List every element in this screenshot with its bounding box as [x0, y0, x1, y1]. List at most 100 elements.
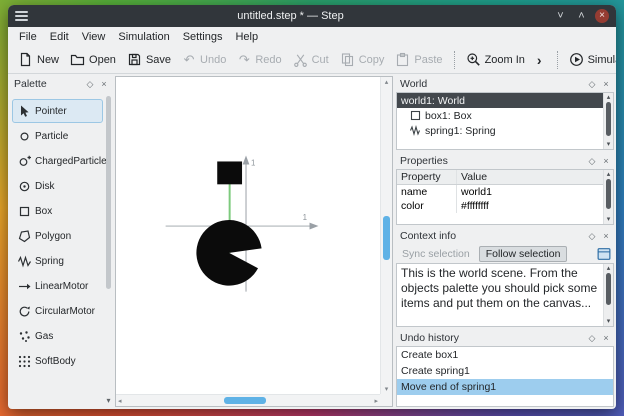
palette-scrollbar-thumb[interactable]	[106, 96, 111, 289]
column-header-value[interactable]: Value	[457, 170, 603, 184]
context-scrollbar[interactable]: ▴ ▾	[603, 264, 613, 326]
palette-item-chargedparticle[interactable]: ChargedParticle	[12, 149, 107, 173]
soft-body-icon	[15, 354, 33, 369]
simulate-button[interactable]: Simulate ˅	[565, 49, 616, 70]
property-row-color[interactable]: color #ffffffff	[397, 199, 603, 213]
context-panel-float-button[interactable]: ◇	[587, 231, 597, 242]
redo-button[interactable]: ↷ Redo	[233, 49, 285, 70]
palette-item-label: Spring	[35, 255, 64, 267]
property-name-cell: name	[397, 185, 457, 199]
palette-item-spring[interactable]: Spring	[12, 249, 103, 273]
scroll-right-icon[interactable]: ▸	[374, 397, 378, 405]
palette-item-pointer[interactable]: Pointer	[12, 99, 103, 123]
column-header-property[interactable]: Property	[397, 170, 457, 184]
scroll-down-icon[interactable]: ▾	[381, 385, 392, 393]
palette-item-softbody[interactable]: SoftBody	[12, 349, 103, 373]
sync-selection-button[interactable]: Sync selection	[398, 247, 474, 261]
paste-button[interactable]: Paste	[391, 49, 446, 70]
property-value-cell[interactable]: world1	[457, 185, 603, 199]
disk-shape[interactable]	[196, 220, 262, 286]
palette-item-linearmotor[interactable]: LinearMotor	[12, 274, 103, 298]
context-scrollbar-thumb[interactable]	[606, 273, 611, 305]
context-info-view[interactable]: This is the world scene. From the object…	[396, 263, 614, 327]
open-browser-button[interactable]	[596, 246, 612, 261]
palette-item-box[interactable]: Box	[12, 199, 103, 223]
copy-button[interactable]: Copy	[336, 49, 389, 70]
scroll-left-icon[interactable]: ◂	[118, 397, 122, 405]
world-scrollbar-thumb[interactable]	[606, 102, 611, 136]
properties-panel-close-button[interactable]: ×	[601, 156, 611, 166]
linear-motor-icon	[15, 279, 33, 294]
world-scrollbar[interactable]: ▴ ▾	[603, 93, 613, 149]
property-row-name[interactable]: name world1	[397, 185, 603, 199]
menu-view[interactable]: View	[76, 29, 112, 45]
canvas-vertical-scrollbar[interactable]: ▴ ▾	[380, 77, 392, 394]
menu-simulation[interactable]: Simulation	[112, 29, 175, 45]
properties-scrollbar-thumb[interactable]	[606, 179, 611, 209]
menu-edit[interactable]: Edit	[44, 29, 75, 45]
close-button[interactable]: ×	[595, 9, 609, 23]
physics-scene[interactable]: 1 1	[116, 77, 380, 394]
tree-item-spring1[interactable]: spring1: Spring	[397, 123, 603, 138]
palette-item-label: Disk	[35, 180, 55, 192]
tree-item-world1[interactable]: world1: World	[397, 93, 603, 108]
minimize-button[interactable]: ˅	[553, 5, 568, 27]
palette-item-disk[interactable]: Disk	[12, 174, 103, 198]
scroll-down-icon[interactable]: ▾	[604, 215, 613, 224]
menu-file[interactable]: File	[13, 29, 43, 45]
toolbar-button-label: Paste	[414, 53, 443, 66]
properties-scrollbar[interactable]: ▴ ▾	[603, 170, 613, 224]
undo-item-create-box1[interactable]: Create box1	[397, 347, 613, 363]
titlebar[interactable]: untitled.step * — Step ˅ ˄ ×	[8, 5, 616, 27]
world-panel-close-button[interactable]: ×	[601, 79, 611, 89]
scroll-up-icon[interactable]: ▴	[604, 170, 613, 179]
menu-settings[interactable]: Settings	[177, 29, 229, 45]
palette-scrollbar[interactable]: ▾	[105, 94, 112, 405]
scroll-down-icon[interactable]: ▾	[604, 140, 613, 149]
box1-shape[interactable]	[217, 161, 243, 185]
undo-item-create-spring1[interactable]: Create spring1	[397, 363, 613, 379]
maximize-button[interactable]: ˄	[574, 5, 589, 27]
open-button[interactable]: Open	[66, 49, 120, 70]
palette-item-polygon[interactable]: Polygon	[12, 224, 103, 248]
properties-table: Property Value name world1 color #ffffff…	[396, 169, 614, 225]
properties-panel-float-button[interactable]: ◇	[587, 156, 597, 167]
palette-title: Palette	[14, 78, 47, 90]
palette-item-particle[interactable]: Particle	[12, 124, 103, 148]
cut-button[interactable]: Cut	[289, 49, 333, 70]
pointer-icon	[15, 104, 33, 119]
canvas-horizontal-scrollbar[interactable]: ◂ ▸	[116, 394, 380, 406]
undo-item-label: Create box1	[401, 349, 459, 361]
toolbar-separator	[556, 50, 558, 69]
toolbar: New Open Save ↶ Undo ↷ Redo Cut Copy Pas…	[8, 46, 616, 74]
charged-particle-icon	[15, 154, 33, 169]
toolbar-overflow-icon[interactable]: ›	[532, 52, 547, 68]
follow-selection-button[interactable]: Follow selection	[478, 245, 568, 262]
scroll-down-icon[interactable]: ▾	[604, 317, 613, 326]
toolbar-button-label: Open	[89, 53, 116, 66]
undo-item-move-end-of-spring1[interactable]: Move end of spring1	[397, 379, 613, 395]
palette-item-label: LinearMotor	[35, 280, 89, 292]
scroll-up-icon[interactable]: ▴	[381, 78, 392, 86]
context-panel-close-button[interactable]: ×	[601, 231, 611, 241]
tree-item-box1[interactable]: box1: Box	[397, 108, 603, 123]
palette-item-circularmotor[interactable]: CircularMotor	[12, 299, 103, 323]
palette-close-button[interactable]: ×	[99, 79, 109, 89]
undo-panel-close-button[interactable]: ×	[601, 333, 611, 343]
canvas-hscroll-thumb[interactable]	[224, 397, 267, 404]
palette-float-button[interactable]: ◇	[85, 79, 95, 90]
new-button[interactable]: New	[14, 49, 63, 70]
undo-button[interactable]: ↶ Undo	[178, 49, 230, 70]
world-canvas[interactable]: 1 1 ▴ ▾ ◂ ▸	[115, 76, 393, 407]
menu-help[interactable]: Help	[229, 29, 264, 45]
save-button[interactable]: Save	[123, 49, 175, 70]
palette-item-gas[interactable]: Gas	[12, 324, 103, 348]
scroll-up-icon[interactable]: ▴	[604, 264, 613, 273]
canvas-vscroll-thumb[interactable]	[383, 216, 390, 261]
world-panel-float-button[interactable]: ◇	[587, 79, 597, 90]
scroll-down-icon[interactable]: ▾	[105, 396, 112, 405]
undo-panel-float-button[interactable]: ◇	[587, 333, 597, 344]
zoom-in-button[interactable]: Zoom In	[462, 49, 529, 70]
scroll-up-icon[interactable]: ▴	[604, 93, 613, 102]
property-value-cell[interactable]: #ffffffff	[457, 199, 603, 213]
